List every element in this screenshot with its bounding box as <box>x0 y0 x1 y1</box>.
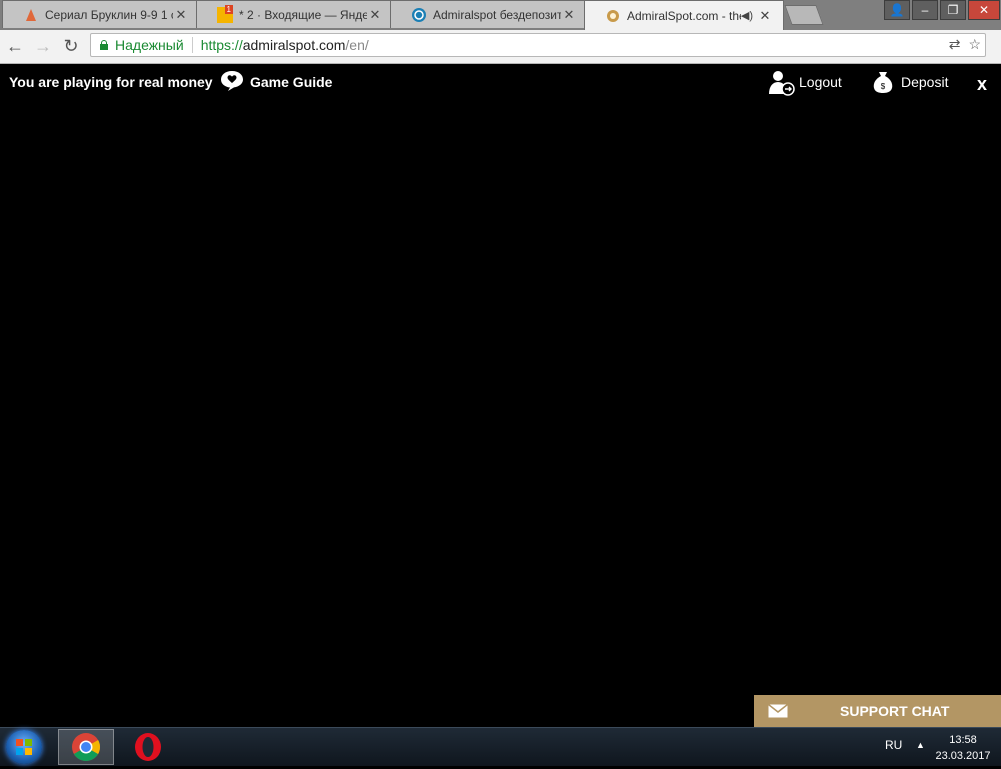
tab-title: * 2 · Входящие — Яндекс <box>239 7 367 22</box>
support-chat-label: SUPPORT CHAT <box>840 703 950 719</box>
url-path: /en/ <box>345 37 369 53</box>
game-header: You are playing for real money Game Guid… <box>0 64 1001 100</box>
tab-title: Admiralspot бездепозит <box>433 7 561 22</box>
star-icon[interactable]: ☆ <box>968 36 981 53</box>
close-game-button[interactable]: x <box>977 74 987 95</box>
deposit-button[interactable]: Deposit <box>901 74 948 90</box>
game-guide-link[interactable]: Game Guide <box>250 74 332 90</box>
profile-icon[interactable]: 👤 <box>884 0 910 20</box>
taskbar-opera[interactable] <box>120 729 176 765</box>
tab-close-icon[interactable]: ✕ <box>561 7 577 23</box>
envelope-icon <box>768 704 788 718</box>
mail-badge: 1 <box>224 4 233 14</box>
tab-brooklyn[interactable]: Сериал Бруклин 9-9 1 се ✕ <box>2 0 200 28</box>
tab-close-icon[interactable]: ✕ <box>757 8 773 24</box>
browser-tab-strip: Сериал Бруклин 9-9 1 се ✕ 1 * 2 · Входящ… <box>0 0 1001 30</box>
chat-bubble-icon[interactable] <box>220 70 244 92</box>
money-bag-icon[interactable]: $ <box>872 70 894 94</box>
windows-logo-icon <box>16 739 32 755</box>
url-host: admiralspot.com <box>242 37 346 53</box>
address-bar[interactable]: Надежный https:// admiralspot.com /en/ ⇄… <box>90 33 986 57</box>
tv-icon <box>26 8 36 21</box>
restore-button[interactable]: ❐ <box>940 0 966 20</box>
translate-icon[interactable]: ⇄ <box>949 36 961 53</box>
lock-icon <box>99 40 109 50</box>
svg-text:$: $ <box>881 82 886 91</box>
secure-label: Надежный <box>115 37 184 53</box>
reload-button[interactable]: ↻ <box>60 35 82 57</box>
tab-admiralspot-bonus[interactable]: Admiralspot бездепозит ✕ <box>390 0 588 28</box>
speaker-icon[interactable]: ◀) <box>741 9 753 22</box>
mail-icon: 1 <box>217 4 233 23</box>
taskbar-chrome[interactable] <box>58 729 114 765</box>
new-tab-button[interactable] <box>784 5 824 25</box>
logout-icon[interactable] <box>767 70 795 96</box>
start-button[interactable] <box>6 730 42 764</box>
tab-close-icon[interactable]: ✕ <box>173 7 189 23</box>
admiral-icon <box>607 9 619 22</box>
tab-title: Сериал Бруклин 9-9 1 се <box>45 7 173 22</box>
tray-expand-icon[interactable]: ▲ <box>916 740 925 750</box>
language-indicator[interactable]: RU <box>885 738 902 752</box>
close-window-button[interactable]: ✕ <box>968 0 1000 20</box>
kf-icon <box>412 7 426 22</box>
clock[interactable]: 13:58 23.03.2017 <box>930 732 996 764</box>
url-scheme: https:// <box>200 37 243 53</box>
omnibox-actions: ⇄ ☆ <box>949 36 981 53</box>
minimize-button[interactable]: – <box>912 0 938 20</box>
tab-title: AdmiralSpot.com - the <box>627 8 741 23</box>
tab-admiralspot-active[interactable]: AdmiralSpot.com - the ◀) ✕ <box>584 0 784 30</box>
back-button[interactable]: ← <box>4 35 26 57</box>
logout-button[interactable]: Logout <box>799 74 842 90</box>
clock-date: 23.03.2017 <box>935 750 991 762</box>
opera-icon <box>135 733 161 761</box>
clock-time: 13:58 <box>949 734 977 746</box>
chrome-icon <box>72 733 100 761</box>
browser-toolbar: ← → ↻ Надежный https:// admiralspot.com … <box>0 30 1001 64</box>
tab-close-icon[interactable]: ✕ <box>367 7 383 23</box>
tab-yandex-mail[interactable]: 1 * 2 · Входящие — Яндекс ✕ <box>196 0 394 28</box>
divider <box>191 37 193 53</box>
taskbar: RU ▲ 13:58 23.03.2017 <box>0 727 1001 766</box>
forward-button[interactable]: → <box>32 35 54 57</box>
game-canvas[interactable] <box>0 100 1001 695</box>
real-money-notice: You are playing for real money <box>9 74 213 90</box>
support-chat-button[interactable]: SUPPORT CHAT <box>754 695 1001 727</box>
